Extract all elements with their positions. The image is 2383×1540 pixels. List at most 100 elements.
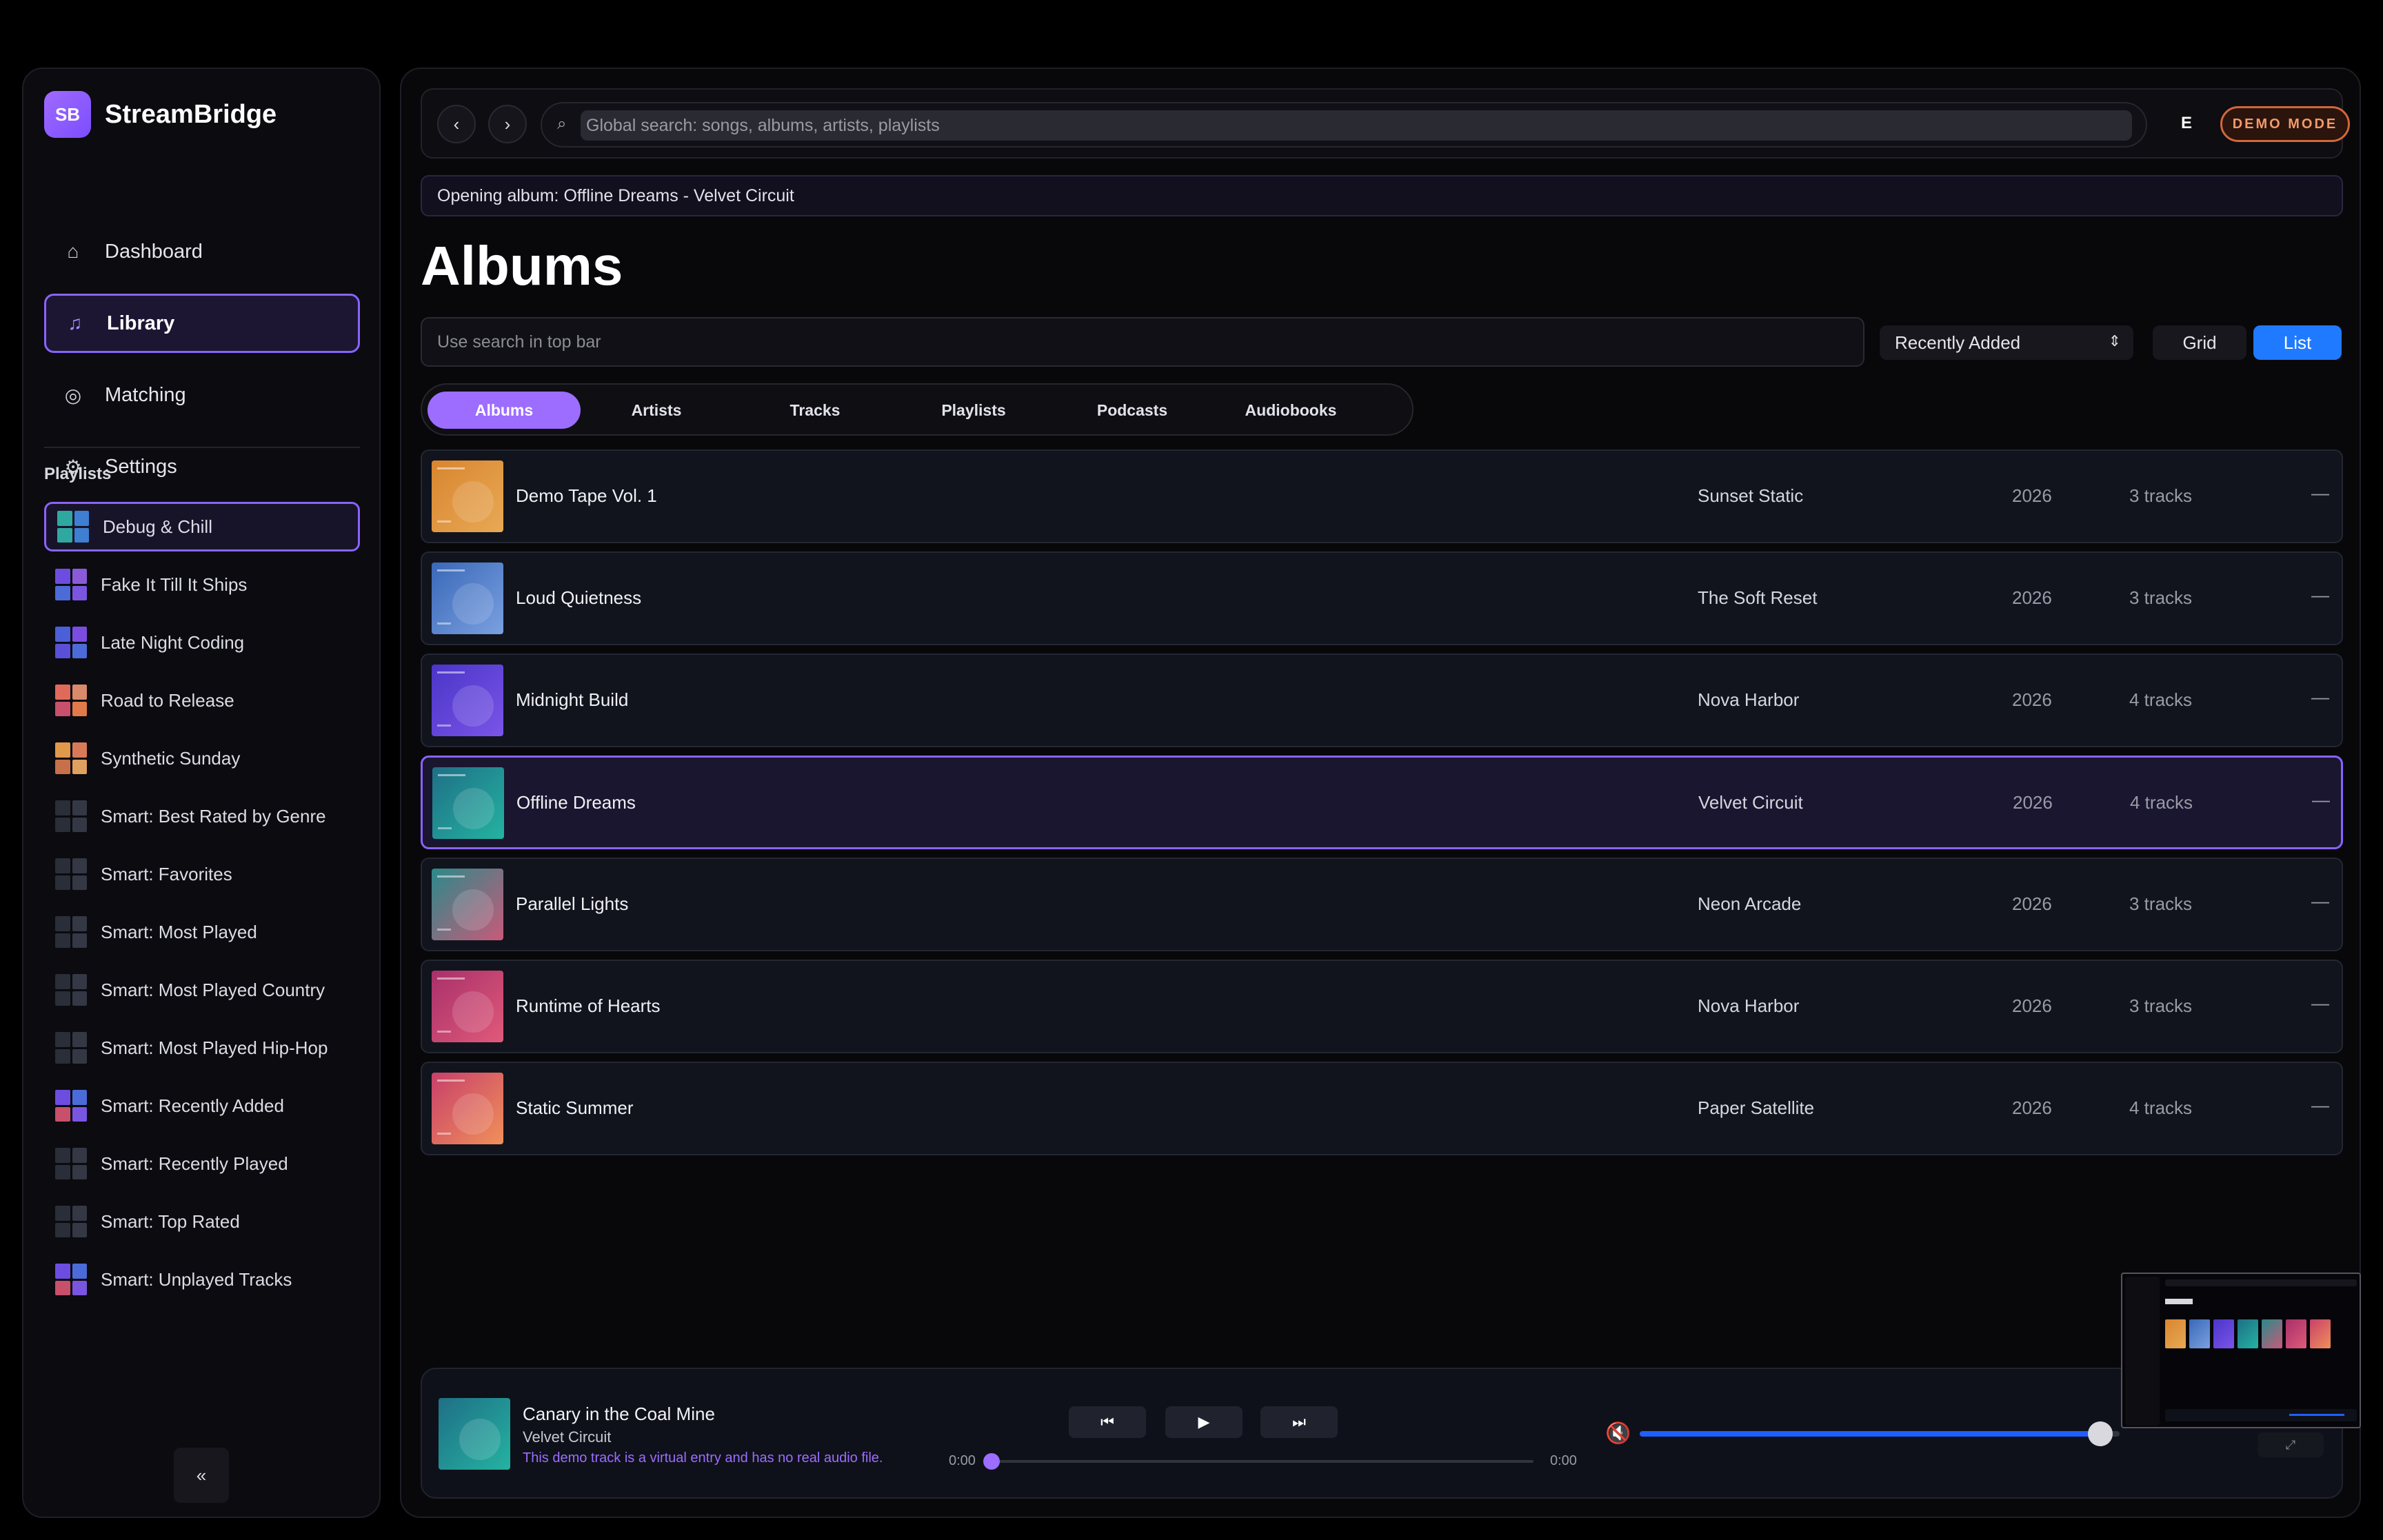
- tab-podcasts[interactable]: Podcasts: [1056, 392, 1208, 429]
- album-row[interactable]: Demo Tape Vol. 1 Sunset Static 2026 3 track…: [421, 449, 2343, 543]
- playlist-item[interactable]: Road to Release: [44, 676, 360, 725]
- preview-cover: [2286, 1319, 2306, 1348]
- playlist-thumbnail: [55, 627, 87, 658]
- album-row[interactable]: Offline Dreams Velvet Circuit 2026 4 tracks…: [421, 756, 2343, 849]
- playlist-label: Debug & Chill: [103, 516, 212, 537]
- playlist-item[interactable]: Smart: Recently Played: [44, 1139, 360, 1188]
- playlist-label: Synthetic Sunday: [101, 747, 241, 769]
- album-title: Offline Dreams: [516, 792, 636, 813]
- playlist-thumbnail: [55, 685, 87, 716]
- playlist-item[interactable]: Debug & Chill: [44, 502, 360, 551]
- nav-item-dashboard[interactable]: ⌂ Dashboard: [44, 222, 360, 281]
- view-grid-button[interactable]: Grid: [2153, 325, 2246, 360]
- album-title: Loud Quietness: [516, 587, 642, 608]
- preview-covers: [2165, 1319, 2331, 1348]
- tab-audiobooks[interactable]: Audiobooks: [1215, 392, 1367, 429]
- playlist-item[interactable]: Smart: Favorites: [44, 849, 360, 899]
- album-more-button[interactable]: —: [2311, 891, 2329, 912]
- expand-player-button[interactable]: ⤢: [2258, 1432, 2324, 1457]
- playlist-thumbnail: [55, 858, 87, 890]
- sort-select[interactable]: Recently Added ⇕: [1880, 325, 2133, 360]
- playlist-item[interactable]: Smart: Best Rated by Genre: [44, 791, 360, 841]
- seek-bar[interactable]: [992, 1460, 1534, 1463]
- now-playing-cover[interactable]: [439, 1398, 510, 1470]
- album-artist: Neon Arcade: [1698, 893, 1802, 914]
- playlist-item[interactable]: Fake It Till It Ships: [44, 560, 360, 609]
- now-playing-note: This demo track is a virtual entry and h…: [523, 1450, 883, 1466]
- volume-fill: [1640, 1431, 2100, 1437]
- volume-slider[interactable]: [1640, 1431, 2120, 1437]
- time-elapsed: 0:00: [949, 1453, 976, 1468]
- tab-tracks[interactable]: Tracks: [739, 392, 891, 429]
- album-row[interactable]: Static Summer Paper Satellite 2026 4 tracks…: [421, 1062, 2343, 1155]
- album-cover: [432, 971, 503, 1042]
- playlist-thumbnail: [55, 916, 87, 948]
- music-note-icon: ♫: [68, 312, 83, 334]
- album-artist: The Soft Reset: [1698, 587, 1818, 608]
- album-more-button[interactable]: —: [2311, 993, 2329, 1014]
- playlist-item[interactable]: Smart: Most Played: [44, 907, 360, 957]
- playlist-item[interactable]: Smart: Unplayed Tracks: [44, 1255, 360, 1304]
- library-tabs: Albums Artists Tracks Playlists Podcasts Audi…: [421, 383, 1414, 436]
- forward-button[interactable]: ›: [488, 105, 527, 143]
- sidebar: SB StreamBridge ⌂ Dashboard ♫ Library ◎ …: [22, 68, 381, 1518]
- playlist-item[interactable]: Smart: Most Played Hip-Hop: [44, 1023, 360, 1073]
- global-search-input[interactable]: [581, 110, 2132, 141]
- target-icon: ◎: [64, 384, 82, 406]
- album-more-button[interactable]: —: [2311, 483, 2329, 504]
- volume-handle[interactable]: [2088, 1421, 2113, 1446]
- library-filter-input[interactable]: [421, 317, 1864, 367]
- nav-item-library[interactable]: ♫ Library: [44, 294, 360, 353]
- back-button[interactable]: ‹: [437, 105, 476, 143]
- tab-playlists[interactable]: Playlists: [898, 392, 1049, 429]
- view-list-button[interactable]: List: [2253, 325, 2342, 360]
- playlist-thumbnail: [57, 511, 89, 543]
- album-cover: [432, 460, 503, 532]
- playlist-item[interactable]: Synthetic Sunday: [44, 733, 360, 783]
- album-year: 2026: [2012, 485, 2052, 506]
- album-row[interactable]: Midnight Build Nova Harbor 2026 4 tracks —: [421, 654, 2343, 747]
- album-row[interactable]: Loud Quietness The Soft Reset 2026 3 tracks…: [421, 551, 2343, 645]
- nav-item-matching[interactable]: ◎ Matching: [44, 365, 360, 425]
- play-button[interactable]: ▶: [1165, 1406, 1243, 1438]
- album-row[interactable]: Parallel Lights Neon Arcade 2026 3 tracks —: [421, 858, 2343, 951]
- previous-track-button[interactable]: ⏮: [1069, 1406, 1146, 1438]
- playlist-item[interactable]: Smart: Recently Added: [44, 1081, 360, 1131]
- album-title: Static Summer: [516, 1097, 634, 1118]
- album-more-button[interactable]: —: [2311, 1095, 2329, 1116]
- playlist-label: Smart: Most Played: [101, 921, 257, 942]
- mute-icon[interactable]: 🔇: [1605, 1421, 1631, 1446]
- album-row[interactable]: Runtime of Hearts Nova Harbor 2026 3 tracks…: [421, 960, 2343, 1053]
- playlists-heading: Playlists: [44, 465, 112, 483]
- album-cover: [432, 665, 503, 736]
- seek-handle[interactable]: [983, 1453, 1000, 1470]
- playlist-label: Smart: Unplayed Tracks: [101, 1268, 292, 1290]
- album-title: Runtime of Hearts: [516, 995, 661, 1016]
- playlist-item[interactable]: Smart: Most Played Country: [44, 965, 360, 1015]
- album-artist: Velvet Circuit: [1698, 792, 1803, 813]
- top-bar: ‹ › ⌕ E DEMO MODE: [421, 88, 2350, 159]
- album-more-button[interactable]: —: [2312, 789, 2330, 811]
- collapse-sidebar-button[interactable]: «: [174, 1448, 229, 1503]
- playlist-label: Smart: Favorites: [101, 863, 232, 884]
- tab-artists[interactable]: Artists: [581, 392, 732, 429]
- album-year: 2026: [2013, 792, 2053, 813]
- status-message: Opening album: Offline Dreams - Velvet C…: [421, 175, 2343, 216]
- playlist-item[interactable]: Late Night Coding: [44, 618, 360, 667]
- page-title: Albums: [421, 235, 623, 296]
- album-cover: [432, 869, 503, 940]
- app-logo: SB: [44, 91, 91, 138]
- tab-albums[interactable]: Albums: [428, 392, 581, 429]
- preview-cover: [2310, 1319, 2331, 1348]
- album-more-button[interactable]: —: [2311, 687, 2329, 708]
- album-tracks: 4 tracks: [2129, 1097, 2193, 1118]
- user-avatar[interactable]: E: [2166, 103, 2206, 143]
- album-year: 2026: [2012, 995, 2052, 1016]
- preview-cover: [2189, 1319, 2210, 1348]
- next-track-button[interactable]: ⏭: [1260, 1406, 1338, 1438]
- brand[interactable]: SB StreamBridge: [44, 91, 276, 138]
- playlist-item[interactable]: Smart: Top Rated: [44, 1197, 360, 1246]
- sidebar-divider: [44, 447, 360, 448]
- album-more-button[interactable]: —: [2311, 585, 2329, 606]
- album-list: Demo Tape Vol. 1 Sunset Static 2026 3 track…: [421, 449, 2343, 1164]
